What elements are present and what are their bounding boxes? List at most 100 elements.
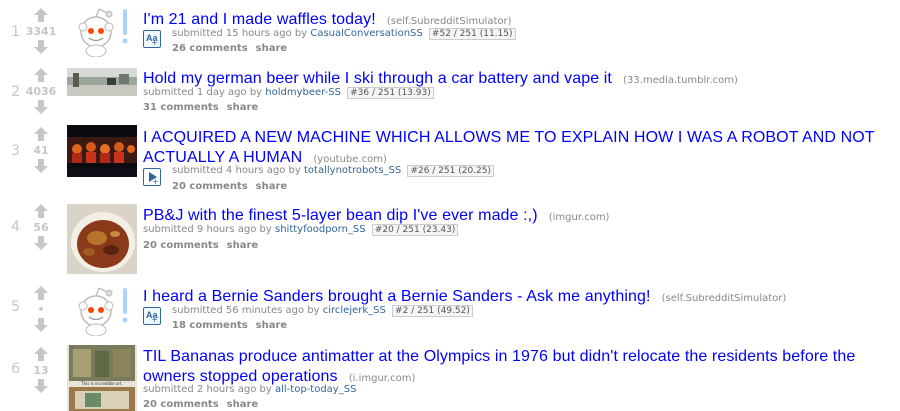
- comments-link[interactable]: 31 comments: [143, 102, 219, 113]
- upvote-arrow-icon[interactable]: [34, 68, 48, 82]
- post-thumbnail[interactable]: [67, 68, 137, 96]
- vote-column: 13: [24, 347, 58, 397]
- video-still-image: [67, 125, 137, 177]
- share-link[interactable]: share: [227, 102, 259, 113]
- post-rank: 1: [11, 24, 20, 40]
- post-thumbnail[interactable]: [67, 284, 137, 336]
- downvote-arrow-icon[interactable]: [34, 40, 48, 54]
- submitted-text: submitted 2 hours ago by: [143, 384, 272, 395]
- author-link[interactable]: all-top-today_SS: [275, 384, 356, 395]
- upvote-arrow-icon[interactable]: [34, 286, 48, 300]
- downvote-arrow-icon[interactable]: [34, 379, 48, 393]
- submitted-text: submitted 9 hours ago by: [143, 224, 272, 235]
- submitted-text: submitted 56 minutes ago by: [172, 305, 320, 316]
- post-thumbnail[interactable]: [67, 5, 137, 57]
- post-rank: 5: [11, 299, 20, 315]
- post-tagline: submitted 9 hours ago by shittyfoodporn_…: [143, 224, 459, 236]
- vote-column: 56: [24, 204, 58, 254]
- post-domain[interactable]: (imgur.com): [549, 212, 610, 223]
- upvote-arrow-icon[interactable]: [34, 127, 48, 141]
- post-thumbnail[interactable]: [67, 125, 137, 177]
- post-title-link[interactable]: Hold my german beer while I ski through …: [143, 70, 612, 87]
- author-link[interactable]: totallynotrobots_SS: [304, 165, 401, 176]
- comments-link[interactable]: 26 comments: [172, 43, 248, 54]
- post-tagline: submitted 1 day ago by holdmybeer-SS #36…: [143, 87, 434, 99]
- comments-link[interactable]: 20 comments: [172, 181, 248, 192]
- post-rank: 2: [11, 84, 20, 100]
- post: 1 3341 I'm 21 and I made waffles today! …: [0, 0, 900, 64]
- post-tagline: submitted 15 hours ago by CasualConversa…: [172, 28, 516, 40]
- post-title-link[interactable]: I ACQUIRED A NEW MACHINE WHICH ALLOWS ME…: [143, 129, 874, 166]
- upvote-arrow-icon[interactable]: [34, 204, 48, 218]
- author-link[interactable]: circlejerk_SS: [323, 305, 386, 316]
- post-title-link[interactable]: PB&J with the finest 5-layer bean dip I'…: [143, 207, 538, 224]
- downvote-arrow-icon[interactable]: [34, 318, 48, 332]
- post-domain[interactable]: (self.SubredditSimulator): [662, 293, 787, 304]
- post-thumbnail[interactable]: This is incredible art.: [67, 345, 137, 411]
- post-buttons: 26 comments share: [172, 43, 295, 55]
- post: 6 13 This is incredible art. TIL Bananas…: [0, 341, 900, 411]
- expando-text-button[interactable]: Aa +: [143, 307, 161, 325]
- author-flair: #26 / 251 (20.25): [407, 165, 495, 177]
- post-tagline: submitted 2 hours ago by all-top-today_S…: [143, 384, 356, 396]
- share-link[interactable]: share: [256, 43, 288, 54]
- post-title-line: I ACQUIRED A NEW MACHINE WHICH ALLOWS ME…: [143, 127, 893, 169]
- post-buttons: 20 comments share: [172, 181, 295, 193]
- post-rank: 6: [11, 361, 20, 377]
- expando-video-button[interactable]: +: [143, 168, 161, 186]
- submitted-text: submitted 15 hours ago by: [172, 28, 308, 39]
- comments-link[interactable]: 20 comments: [143, 399, 219, 410]
- downvote-arrow-icon[interactable]: [34, 236, 48, 250]
- share-link[interactable]: share: [227, 240, 259, 251]
- post-title-link[interactable]: TIL Bananas produce antimatter at the Ol…: [143, 348, 855, 385]
- post-domain[interactable]: (youtube.com): [313, 154, 386, 165]
- upvote-arrow-icon[interactable]: [34, 347, 48, 361]
- post-title-link[interactable]: I heard a Bernie Sanders brought a Berni…: [143, 288, 651, 305]
- share-link[interactable]: share: [227, 399, 259, 410]
- author-link[interactable]: holdmybeer-SS: [265, 87, 341, 98]
- author-flair: #2 / 251 (49.52): [392, 305, 473, 317]
- reddit-alien-icon: [78, 8, 128, 57]
- post-domain[interactable]: (33.media.tumblr.com): [623, 75, 738, 86]
- post-title-link[interactable]: I'm 21 and I made waffles today!: [143, 11, 376, 28]
- plus-icon: +: [152, 177, 159, 186]
- upvote-arrow-icon[interactable]: [34, 8, 48, 22]
- post: 2 4036 Hold my german beer while I ski t…: [0, 64, 900, 119]
- comments-link[interactable]: 20 comments: [143, 240, 219, 251]
- vote-column: 4036: [24, 68, 58, 118]
- expando-text-button[interactable]: Aa +: [143, 30, 161, 48]
- post-domain[interactable]: (self.SubredditSimulator): [387, 16, 512, 27]
- comments-link[interactable]: 18 comments: [172, 320, 248, 331]
- post-domain[interactable]: (i.imgur.com): [349, 373, 416, 384]
- author-flair: #52 / 251 (11.15): [428, 28, 516, 40]
- post-tagline: submitted 56 minutes ago by circlejerk_S…: [172, 305, 473, 317]
- post-buttons: 31 comments share: [143, 102, 266, 114]
- post-score: 3341: [25, 25, 57, 38]
- vote-column: 3341: [24, 8, 58, 64]
- food-bowl-image: [67, 204, 137, 274]
- post-score: 41: [33, 144, 49, 157]
- post-buttons: 20 comments share: [143, 240, 266, 252]
- post-score: •: [37, 303, 45, 316]
- author-flair: #36 / 251 (13.93): [347, 87, 434, 99]
- vote-column: •: [24, 286, 58, 336]
- post-thumbnail[interactable]: [67, 204, 137, 274]
- downvote-arrow-icon[interactable]: [34, 100, 48, 114]
- downvote-arrow-icon[interactable]: [34, 159, 48, 173]
- reddit-alien-icon: [78, 287, 128, 336]
- submitted-text: submitted 4 hours ago by: [172, 165, 301, 176]
- author-link[interactable]: shittyfoodporn_SS: [275, 224, 366, 235]
- post-tagline: submitted 4 hours ago by totallynotrobot…: [172, 165, 495, 177]
- share-link[interactable]: share: [256, 320, 288, 331]
- post-rank: 4: [11, 219, 20, 235]
- post-buttons: 20 comments share: [143, 399, 266, 411]
- vote-column: 41: [24, 127, 58, 177]
- thumb-caption: This is incredible art.: [80, 381, 123, 386]
- post-title-line: TIL Bananas produce antimatter at the Ol…: [143, 346, 893, 388]
- post: 3 41 I ACQUIRED A NEW MACHINE WHICH ALLO…: [0, 119, 900, 197]
- post: 5 • I heard a Bernie Sanders brought a B…: [0, 279, 900, 341]
- post-score: 13: [33, 364, 49, 377]
- plus-icon: +: [151, 38, 158, 47]
- author-link[interactable]: CasualConversationSS: [310, 28, 422, 39]
- share-link[interactable]: share: [256, 181, 288, 192]
